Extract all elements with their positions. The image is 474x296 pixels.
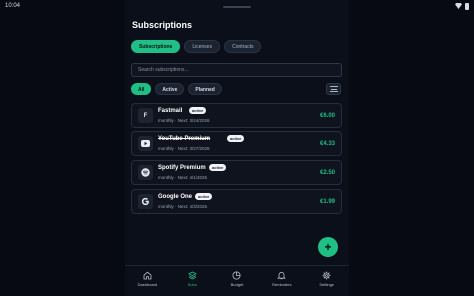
nav-subs[interactable]: Subs bbox=[170, 270, 214, 287]
subscription-price: €1.99 bbox=[319, 199, 335, 205]
nav-reminders[interactable]: Reminders bbox=[260, 270, 304, 287]
filter-planned[interactable]: Planned bbox=[188, 83, 222, 95]
google-icon bbox=[138, 194, 153, 209]
pie-chart-icon bbox=[232, 270, 242, 280]
nav-label: Dashboard bbox=[137, 282, 158, 287]
subscription-name: Spotify Premium bbox=[158, 165, 206, 171]
system-icons bbox=[455, 2, 469, 10]
filter-all[interactable]: All bbox=[131, 83, 152, 95]
subscription-price: €4.33 bbox=[319, 141, 335, 147]
subscription-name: Google One bbox=[158, 194, 193, 200]
nav-budget[interactable]: Budget bbox=[215, 270, 259, 287]
filter-chips: All Active Planned bbox=[131, 83, 222, 95]
sliders-icon bbox=[329, 86, 338, 88]
subscription-card-youtube[interactable]: YouTube Premium active monthly · Next: 3… bbox=[131, 131, 342, 156]
status-badge: active bbox=[227, 135, 245, 142]
battery-icon bbox=[465, 2, 469, 10]
nav-label: Settings bbox=[319, 282, 334, 287]
subscription-meta: monthly · Next: 4/1/2026 bbox=[158, 175, 208, 180]
subscription-meta: monthly · Next: 4/3/2026 bbox=[158, 204, 208, 209]
subscription-card-google-one[interactable]: Google One active monthly · Next: 4/3/20… bbox=[131, 189, 342, 214]
page-title: Subscriptions bbox=[132, 20, 193, 30]
home-icon bbox=[142, 270, 152, 280]
drag-handle[interactable] bbox=[223, 6, 251, 8]
gear-icon bbox=[322, 270, 332, 280]
search-input[interactable]: Search subscriptions... bbox=[131, 63, 342, 77]
tab-subscriptions[interactable]: Subscriptions bbox=[131, 40, 181, 53]
status-badge: active bbox=[209, 164, 227, 171]
subscription-name: Fastmail bbox=[158, 108, 183, 114]
fastmail-logo: F bbox=[138, 108, 153, 123]
sort-filter-button[interactable] bbox=[326, 83, 341, 95]
subscription-meta: monthly · Next: 3/24/2026 bbox=[158, 118, 210, 123]
nav-label: Reminders bbox=[272, 282, 292, 287]
youtube-icon bbox=[138, 136, 153, 151]
section-tabs: Subscriptions Licenses Contracts bbox=[131, 40, 262, 53]
spotify-icon bbox=[138, 165, 153, 180]
filter-active[interactable]: Active bbox=[155, 83, 185, 95]
wifi-icon bbox=[455, 3, 462, 9]
nav-settings[interactable]: Settings bbox=[305, 270, 349, 287]
tab-contracts[interactable]: Contracts bbox=[224, 40, 262, 53]
subscription-price: €6.00 bbox=[319, 113, 335, 119]
nav-label: Subs bbox=[187, 282, 197, 287]
plus-icon: + bbox=[324, 240, 332, 254]
subscription-meta: monthly · Next: 3/27/2026 bbox=[158, 146, 210, 151]
layers-icon bbox=[187, 270, 197, 280]
status-badge: active bbox=[195, 193, 213, 200]
add-subscription-button[interactable]: + bbox=[318, 237, 338, 257]
nav-dashboard[interactable]: Dashboard bbox=[125, 270, 169, 287]
app-window: Subscriptions Subscriptions Licenses Con… bbox=[125, 0, 349, 296]
subscription-price: €2.50 bbox=[319, 170, 335, 176]
bottom-nav: Dashboard Subs Budget Reminders Settings bbox=[125, 265, 349, 296]
subscription-card-fastmail[interactable]: F Fastmail active monthly · Next: 3/24/2… bbox=[131, 103, 342, 128]
status-time: 10:04 bbox=[5, 3, 21, 9]
subscription-card-spotify[interactable]: Spotify Premium active monthly · Next: 4… bbox=[131, 160, 342, 185]
subscription-name: YouTube Premium bbox=[158, 136, 211, 142]
nav-label: Budget bbox=[230, 282, 244, 287]
tab-licenses[interactable]: Licenses bbox=[184, 40, 221, 53]
bell-icon bbox=[277, 270, 287, 280]
status-badge: active bbox=[189, 107, 207, 114]
